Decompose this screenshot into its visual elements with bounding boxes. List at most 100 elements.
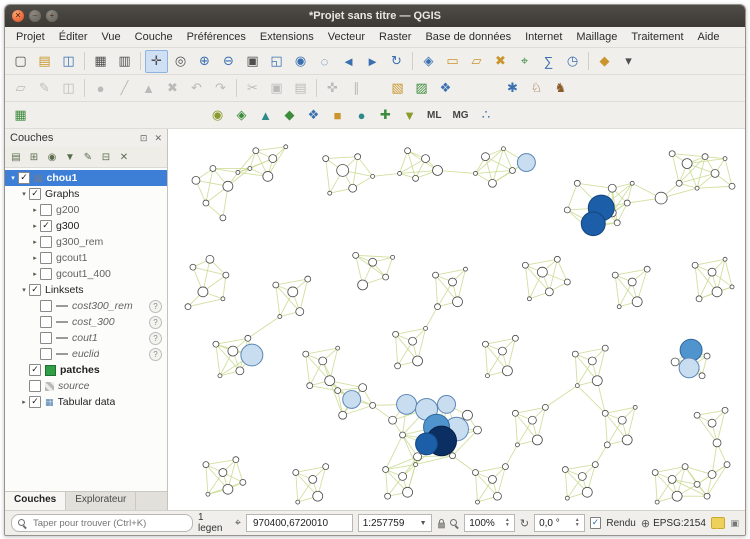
expander-icon[interactable]: ▸ — [30, 206, 40, 214]
layer-tree-item-tabular-data[interactable]: ▸ ✓ ▦ Tabular data — [5, 394, 167, 410]
zoom-full-button[interactable]: ◱ — [265, 50, 288, 73]
rotation-spinbox[interactable]: 0,0 ° ▲ ▼ — [534, 514, 585, 532]
plugin-tool-7[interactable]: ● — [350, 104, 373, 127]
add-polygon-feature-button[interactable]: ▲ — [137, 77, 160, 100]
new-bookmark-button[interactable]: ◆ — [593, 50, 616, 73]
scale-combobox[interactable]: 1:257759 ▼ — [357, 514, 432, 532]
open-layer-styling-button[interactable]: ▤ — [8, 149, 24, 165]
plugin-tool-5[interactable]: ❖ — [302, 104, 325, 127]
menu-projet[interactable]: Projet — [9, 29, 52, 45]
add-line-feature-button[interactable]: ╱ — [113, 77, 136, 100]
layer-tree-item-linksets[interactable]: ▾ ✓ Linksets — [5, 282, 167, 298]
zoom-native-button[interactable]: ▣ — [241, 50, 264, 73]
panel-tab-couches[interactable]: Couches — [5, 492, 67, 510]
filter-by-expression-button[interactable]: ✎ — [80, 149, 96, 165]
toggle-editing-button[interactable]: ✎ — [33, 77, 56, 100]
menu-traitement[interactable]: Traitement — [624, 29, 690, 45]
plugin-dots-button[interactable]: ∴ — [475, 104, 498, 127]
layer-tree-item-patches[interactable]: ✓ patches — [5, 362, 167, 378]
new-print-layout-button[interactable]: ▦ — [89, 50, 112, 73]
layer-checkbox[interactable] — [29, 380, 41, 392]
save-project-button[interactable]: ◫ — [57, 50, 80, 73]
menu-couche[interactable]: Couche — [128, 29, 180, 45]
undo-button[interactable]: ↶ — [185, 77, 208, 100]
expander-icon[interactable]: ▸ — [30, 254, 40, 262]
redo-button[interactable]: ↷ — [209, 77, 232, 100]
layer-checkbox[interactable]: ✓ — [29, 364, 41, 376]
magnifier-spinbox[interactable]: 100% ▲ ▼ — [464, 514, 515, 532]
plugin-tool-6[interactable]: ■ — [326, 104, 349, 127]
coordinate-input[interactable] — [250, 516, 348, 530]
vertex-tool-button[interactable]: ✜ — [321, 77, 344, 100]
processing-toolbox-button[interactable]: ✱ — [501, 77, 524, 100]
menu-vue[interactable]: Vue — [95, 29, 128, 45]
menu-preferences[interactable]: Préférences — [180, 29, 253, 45]
expander-icon[interactable]: ▸ — [30, 222, 40, 230]
search-input[interactable] — [31, 516, 186, 530]
unavailable-badge[interactable]: ? — [149, 315, 162, 329]
zoom-last-button[interactable]: ◄ — [337, 50, 360, 73]
menu-extensions[interactable]: Extensions — [253, 29, 321, 45]
plugin-tool-1[interactable]: ◉ — [206, 104, 229, 127]
measure-tool[interactable]: ⌖ — [513, 50, 536, 73]
layer-tree-item-euclid[interactable]: euclid? — [5, 346, 167, 362]
copy-features-button[interactable]: ▣ — [265, 77, 288, 100]
unavailable-badge[interactable]: ? — [149, 299, 162, 313]
crs-status[interactable]: ⊕ EPSG:2154 — [641, 517, 706, 530]
new-shapefile-button[interactable]: ▧ — [386, 77, 409, 100]
layer-checkbox[interactable] — [40, 268, 52, 280]
delete-selected-button[interactable]: ✖ — [161, 77, 184, 100]
layer-tree-item-g200[interactable]: ▸ g200 — [5, 202, 167, 218]
new-geopackage-button[interactable]: ▨ — [410, 77, 433, 100]
pan-map-tool[interactable]: ✛ — [145, 49, 168, 73]
filter-legend-button[interactable]: ▼ — [62, 149, 78, 165]
open-project-button[interactable]: ▤ — [33, 50, 56, 73]
layer-tree-item-g300[interactable]: ▸ ✓ g300 — [5, 218, 167, 234]
layer-tree-item-cost-300[interactable]: cost_300? — [5, 314, 167, 330]
layout-manager-button[interactable]: ▥ — [113, 50, 136, 73]
layer-checkbox[interactable] — [40, 332, 52, 344]
layer-checkbox[interactable] — [40, 316, 52, 328]
menu-base-de-donnees[interactable]: Base de données — [418, 29, 518, 45]
identify-features-tool[interactable]: ◈ — [417, 50, 440, 73]
menu-raster[interactable]: Raster — [372, 29, 418, 45]
pan-to-selection-tool[interactable]: ◎ — [169, 50, 192, 73]
plugin-tool-8[interactable]: ✚ — [374, 104, 397, 127]
messages-button[interactable] — [710, 517, 726, 529]
manage-map-themes-button[interactable]: ◉ — [44, 149, 60, 165]
expander-icon[interactable]: ▾ — [19, 286, 29, 294]
scale-lock-icon[interactable] — [437, 518, 446, 529]
layer-tree-item-cout1[interactable]: cout1? — [5, 330, 167, 346]
panel-tab-explorateur[interactable]: Explorateur — [66, 492, 137, 510]
spinner-arrows-icon[interactable]: ▲ ▼ — [575, 518, 580, 528]
expander-icon[interactable]: ▸ — [30, 270, 40, 278]
log-button[interactable]: ▣ — [730, 518, 739, 529]
graphab-plugin-button[interactable]: ♘ — [525, 77, 548, 100]
panel-float-button[interactable]: ⊡ — [140, 133, 148, 143]
layer-checkbox[interactable] — [40, 348, 52, 360]
temporal-controller-button[interactable]: ◷ — [561, 50, 584, 73]
ml-plugin-button[interactable]: ML — [422, 104, 446, 127]
layer-checkbox[interactable]: ✓ — [29, 396, 41, 408]
layer-tree-item-graphs[interactable]: ▾ ✓ Graphs — [5, 186, 167, 202]
mg-plugin-button[interactable]: MG — [447, 104, 473, 127]
layer-checkbox[interactable] — [40, 236, 52, 248]
minimize-button[interactable]: – — [29, 10, 41, 22]
zoom-to-selection-button[interactable]: ◉ — [289, 50, 312, 73]
select-features-tool[interactable]: ▭ — [441, 50, 464, 73]
plugin-tool-2[interactable]: ◈ — [230, 104, 253, 127]
layer-checkbox[interactable]: ✓ — [29, 284, 41, 296]
maximize-button[interactable]: + — [46, 10, 58, 22]
zoom-next-button[interactable]: ► — [361, 50, 384, 73]
select-by-expression-tool[interactable]: ▱ — [465, 50, 488, 73]
unavailable-badge[interactable]: ? — [149, 347, 162, 361]
map-canvas[interactable] — [168, 129, 745, 510]
move-feature-button[interactable]: ∥ — [345, 77, 368, 100]
plugin-tool-9[interactable]: ▼ — [398, 104, 421, 127]
zoom-out-tool[interactable]: ⊖ — [217, 50, 240, 73]
animal-plugin-button[interactable]: ♞ — [549, 77, 572, 100]
layer-tree-item-g300-rem[interactable]: ▸ g300_rem — [5, 234, 167, 250]
paste-features-button[interactable]: ▤ — [289, 77, 312, 100]
layer-checkbox[interactable] — [40, 252, 52, 264]
menu-aide[interactable]: Aide — [691, 29, 727, 45]
